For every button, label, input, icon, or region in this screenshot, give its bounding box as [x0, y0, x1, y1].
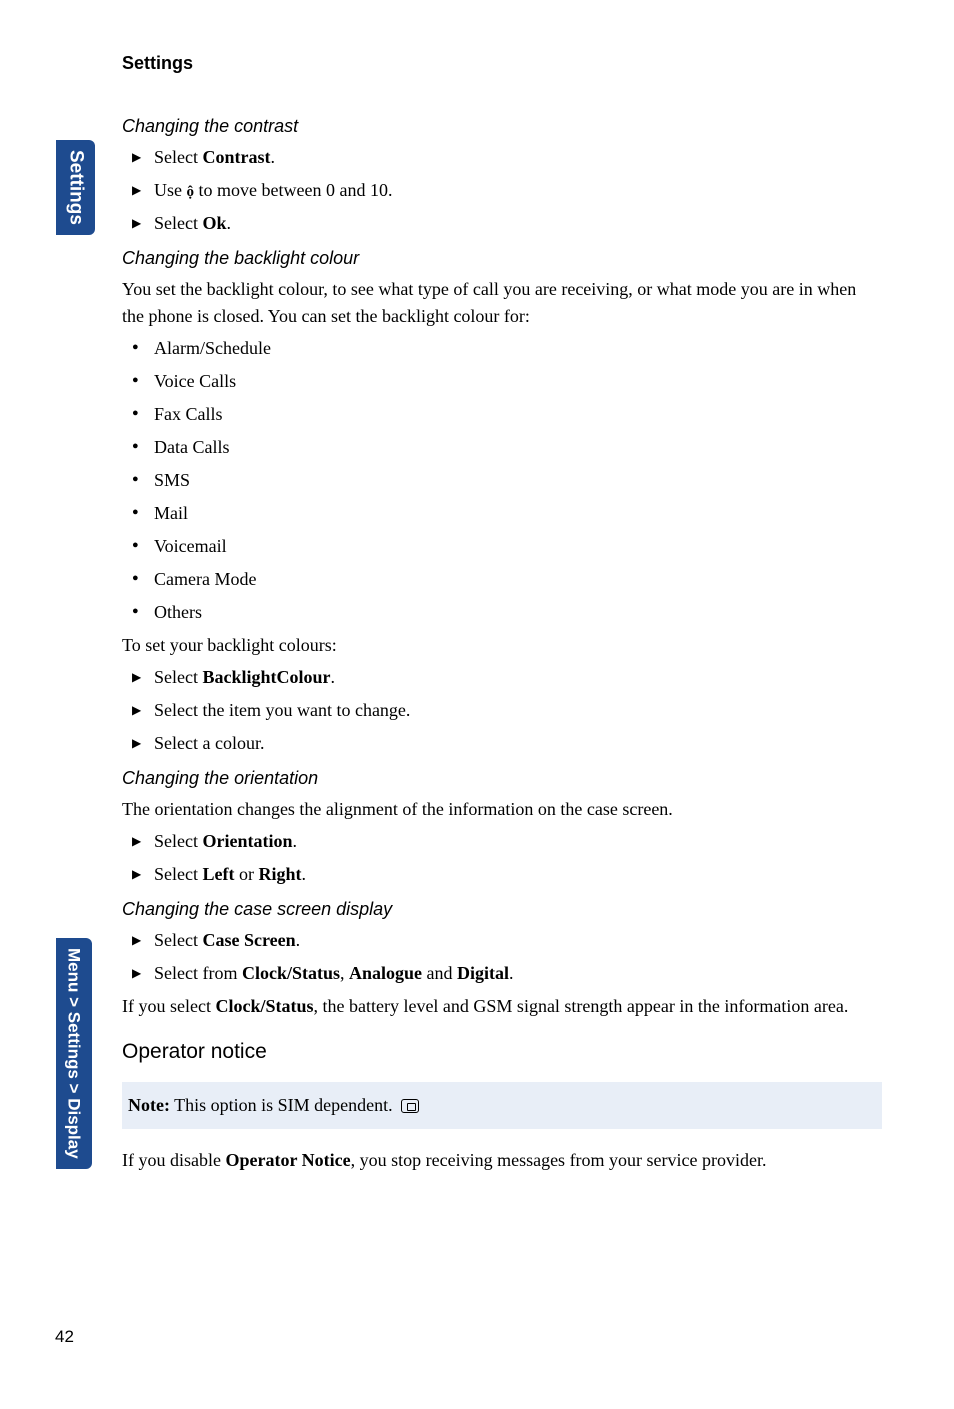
bold-text: Analogue	[349, 963, 422, 983]
text: , the battery level and GSM signal stren…	[313, 996, 848, 1016]
bold-text: Clock/Status	[215, 996, 313, 1016]
paragraph: To set your backlight colours:	[122, 632, 882, 659]
text: .	[301, 864, 306, 884]
text: Select	[154, 864, 202, 884]
page-number: 42	[55, 1324, 74, 1350]
text: or	[234, 864, 258, 884]
text: Select	[154, 147, 202, 167]
heading-contrast: Changing the contrast	[122, 113, 882, 140]
paragraph: The orientation changes the alignment of…	[122, 796, 882, 823]
note-box: Note: This option is SIM dependent.	[122, 1082, 882, 1129]
text: .	[296, 930, 301, 950]
sidebar-tab-settings: Settings	[56, 140, 95, 235]
text: .	[227, 213, 232, 233]
list-item: Mail	[132, 500, 882, 527]
bold-text: Operator Notice	[225, 1150, 350, 1170]
list-item: Fax Calls	[132, 401, 882, 428]
text: Select	[154, 213, 202, 233]
sidebar-tab-breadcrumb: Menu > Settings > Display	[56, 938, 92, 1169]
text: .	[509, 963, 514, 983]
text: Select from	[154, 963, 242, 983]
bold-text: Right	[258, 864, 301, 884]
bold-text: Clock/Status	[242, 963, 340, 983]
text: to move between 0 and 10.	[194, 180, 392, 200]
bold-text: Ok	[202, 213, 226, 233]
note-text: This option is SIM dependent.	[170, 1095, 397, 1115]
bold-text: Contrast	[202, 147, 270, 167]
page-title: Settings	[122, 50, 882, 77]
text: Use	[154, 180, 187, 200]
step-item: Select BacklightColour.	[132, 664, 882, 691]
steps-backlight: Select BacklightColour. Select the item …	[122, 664, 882, 757]
text: Select	[154, 831, 202, 851]
note-label: Note:	[128, 1095, 170, 1115]
text: .	[292, 831, 297, 851]
bold-text: Orientation	[202, 831, 292, 851]
steps-orientation: Select Orientation. Select Left or Right…	[122, 828, 882, 888]
bullet-list-backlight: Alarm/Schedule Voice Calls Fax Calls Dat…	[122, 335, 882, 626]
step-item: Select Ok.	[132, 210, 882, 237]
text: .	[331, 667, 336, 687]
step-item: Select a colour.	[132, 730, 882, 757]
steps-contrast: Select Contrast. Use ộ to move between 0…	[122, 144, 882, 237]
heading-orientation: Changing the orientation	[122, 765, 882, 792]
list-item: Others	[132, 599, 882, 626]
list-item: Camera Mode	[132, 566, 882, 593]
text: .	[270, 147, 275, 167]
step-item: Select Left or Right.	[132, 861, 882, 888]
document-content: Settings Changing the contrast Select Co…	[122, 50, 882, 1179]
bold-text: Digital	[457, 963, 509, 983]
list-item: SMS	[132, 467, 882, 494]
nav-up-down-icon: ộ	[187, 181, 195, 204]
step-item: Select Case Screen.	[132, 927, 882, 954]
sim-icon	[401, 1099, 419, 1113]
paragraph: You set the backlight colour, to see wha…	[122, 276, 882, 330]
bold-text: BacklightColour	[202, 667, 330, 687]
list-item: Voicemail	[132, 533, 882, 560]
heading-backlight: Changing the backlight colour	[122, 245, 882, 272]
paragraph: If you disable Operator Notice, you stop…	[122, 1147, 882, 1174]
text: ,	[340, 963, 349, 983]
text: If you disable	[122, 1150, 225, 1170]
step-item: Select Contrast.	[132, 144, 882, 171]
list-item: Data Calls	[132, 434, 882, 461]
step-item: Use ộ to move between 0 and 10.	[132, 177, 882, 204]
step-item: Select Orientation.	[132, 828, 882, 855]
text: , you stop receiving messages from your …	[351, 1150, 767, 1170]
text: Select	[154, 930, 202, 950]
list-item: Voice Calls	[132, 368, 882, 395]
step-item: Select the item you want to change.	[132, 697, 882, 724]
bold-text: Case Screen	[202, 930, 295, 950]
heading-casescreen: Changing the case screen display	[122, 896, 882, 923]
text: If you select	[122, 996, 215, 1016]
text: Select	[154, 667, 202, 687]
paragraph: If you select Clock/Status, the battery …	[122, 993, 882, 1020]
list-item: Alarm/Schedule	[132, 335, 882, 362]
text: and	[422, 963, 457, 983]
step-item: Select from Clock/Status, Analogue and D…	[132, 960, 882, 987]
steps-casescreen: Select Case Screen. Select from Clock/St…	[122, 927, 882, 987]
heading-operator-notice: Operator notice	[122, 1036, 882, 1068]
bold-text: Left	[202, 864, 234, 884]
